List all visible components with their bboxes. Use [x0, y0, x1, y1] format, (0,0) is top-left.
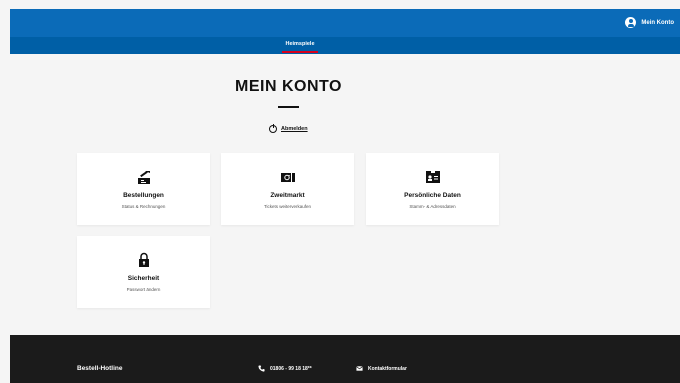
ticket-icon: [281, 173, 295, 182]
card-label: Bestellungen: [123, 192, 164, 199]
mail-icon: [356, 366, 363, 371]
card-sicherheit[interactable]: Sicherheit Passwort ändern: [77, 236, 210, 308]
card-subtitle: Status & Rechnungen: [121, 204, 166, 209]
power-icon: [269, 124, 277, 133]
phone-number: 01806 - 99 18 18**: [270, 365, 312, 372]
phone-icon: [258, 365, 265, 372]
active-tab-indicator: [282, 51, 318, 53]
sub-navigation: Heimspiele: [10, 37, 680, 54]
tab-heimspiele[interactable]: Heimspiele: [270, 41, 330, 47]
card-label: Zweitmarkt: [270, 192, 305, 199]
logout-label: Abmelden: [281, 126, 308, 132]
hotline-label: Bestell-Hotline: [77, 365, 123, 372]
phone-link[interactable]: 01806 - 99 18 18**: [258, 365, 312, 372]
card-subtitle: Passwort ändern: [126, 287, 161, 292]
id-card-icon: [426, 171, 440, 183]
account-menu[interactable]: Mein Konto: [625, 17, 674, 28]
card-label: Sicherheit: [127, 275, 160, 282]
footer: Bestell-Hotline 01806 - 99 18 18** Konta…: [10, 335, 680, 383]
user-avatar-icon: [625, 17, 637, 28]
card-label: Persönliche Daten: [404, 192, 461, 199]
account-label: Mein Konto: [641, 19, 674, 26]
page-title: MEIN KONTO: [235, 78, 342, 95]
contact-label: Kontaktformular: [368, 365, 407, 372]
card-subtitle: Stamm- & Adressdaten: [409, 204, 456, 209]
orders-icon: [138, 170, 150, 184]
lock-icon: [139, 252, 149, 267]
card-bestellungen[interactable]: Bestellungen Status & Rechnungen: [77, 153, 210, 225]
title-divider: [278, 106, 299, 108]
contact-form-link[interactable]: Kontaktformular: [356, 365, 407, 372]
card-zweitmarkt[interactable]: Zweitmarkt Tickets weiterverkaufen: [221, 153, 354, 225]
logout-link[interactable]: Abmelden: [269, 124, 308, 133]
card-subtitle: Tickets weiterverkaufen: [263, 204, 312, 209]
top-bar: Mein Konto: [10, 9, 680, 37]
card-persoenliche-daten[interactable]: Persönliche Daten Stamm- & Adressdaten: [366, 153, 499, 225]
